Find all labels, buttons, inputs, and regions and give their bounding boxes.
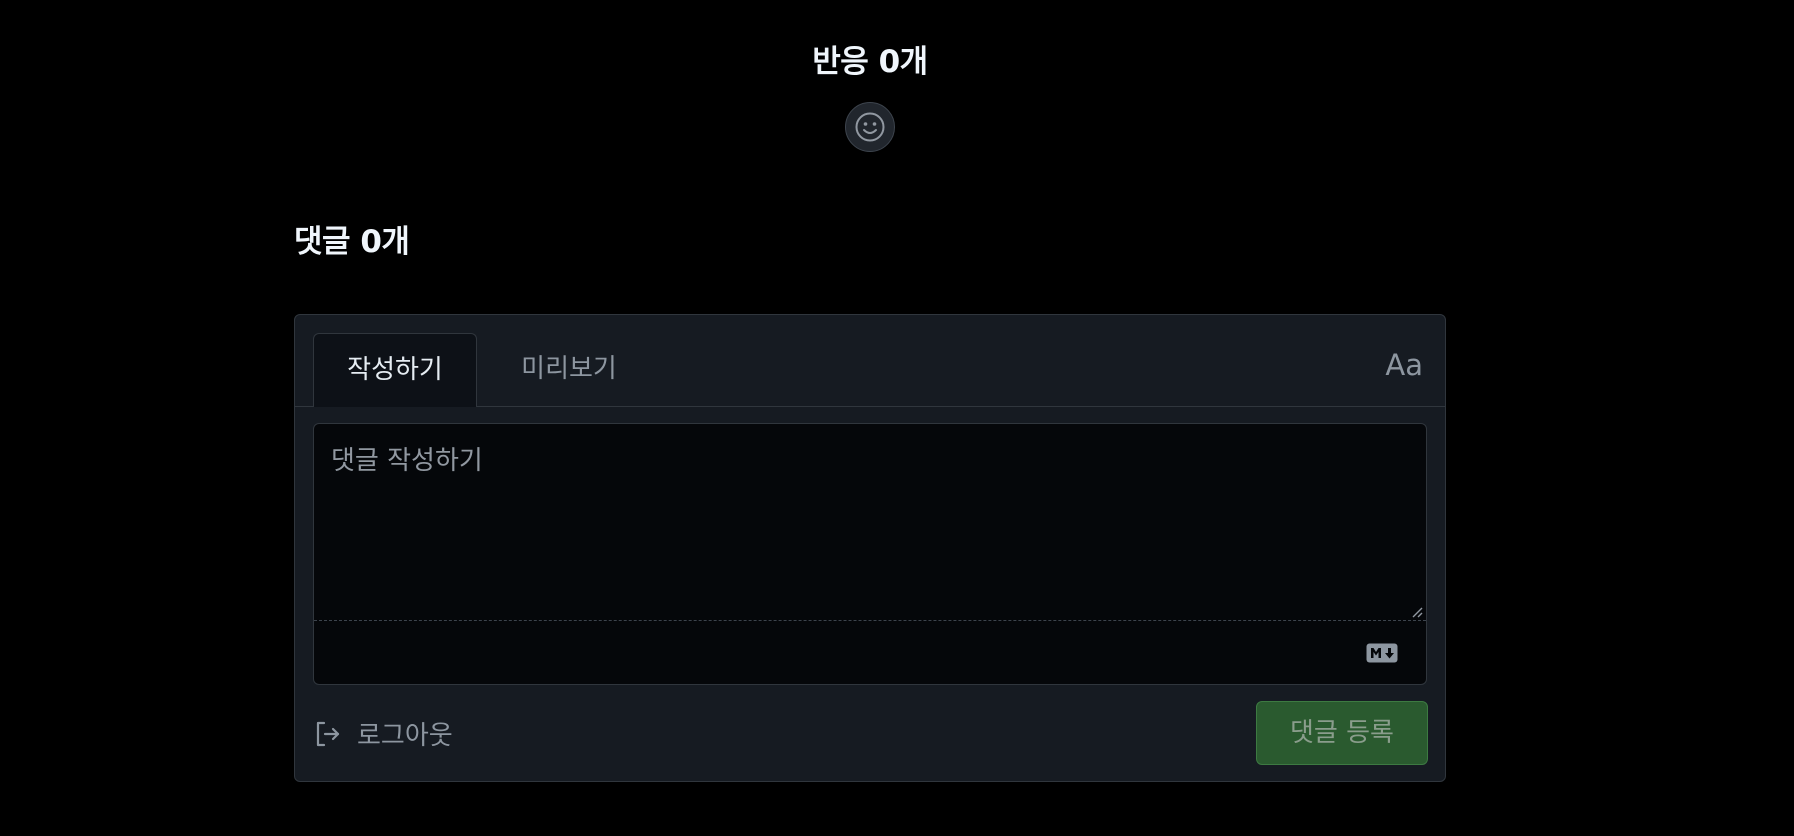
submit-comment-button[interactable]: 댓글 등록: [1256, 701, 1428, 765]
sign-out-icon: [316, 721, 340, 746]
resize-handle-icon[interactable]: [1411, 606, 1423, 618]
comment-editor: 작성하기 미리보기 Aa 로그아웃 댓글 등록: [294, 314, 1446, 782]
tab-preview[interactable]: 미리보기: [499, 333, 639, 407]
editor-tab-bar: 작성하기 미리보기 Aa: [295, 315, 1445, 407]
tab-write[interactable]: 작성하기: [313, 333, 477, 407]
font-toggle-button[interactable]: Aa: [1385, 347, 1423, 383]
markdown-icon: [1366, 643, 1398, 663]
reactions-section: 반응 0개: [0, 38, 1740, 152]
comment-input-wrapper: [313, 423, 1427, 685]
smiley-icon: [855, 112, 885, 142]
add-reaction-button[interactable]: [845, 102, 895, 152]
comments-title: 댓글 0개: [294, 224, 410, 260]
reactions-title: 반응 0개: [812, 44, 928, 80]
logout-button[interactable]: 로그아웃: [313, 715, 453, 752]
comment-input[interactable]: [314, 424, 1426, 621]
logout-label: 로그아웃: [357, 721, 453, 751]
